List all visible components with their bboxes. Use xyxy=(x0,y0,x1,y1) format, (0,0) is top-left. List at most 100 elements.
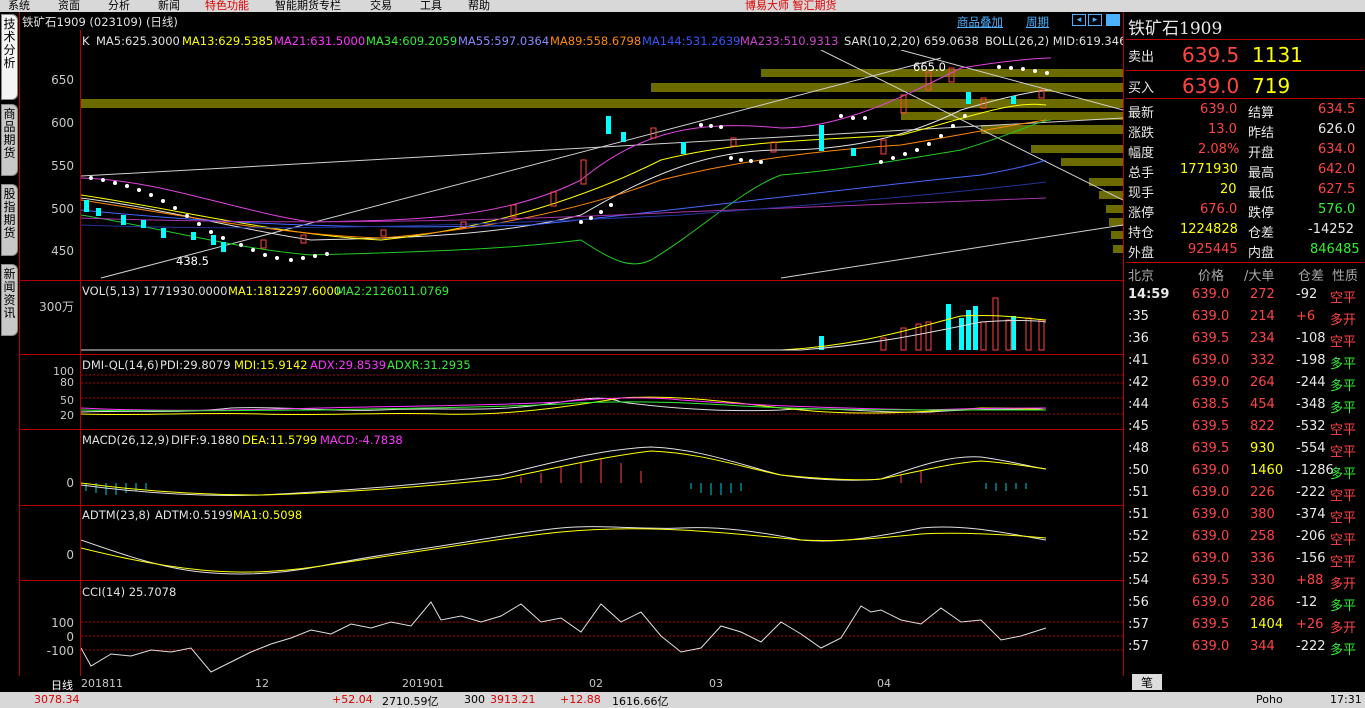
quote-value: -14252 xyxy=(1308,222,1355,237)
quote-label: 昨结 xyxy=(1248,126,1275,141)
menu-item-analysis[interactable]: 分析 xyxy=(108,0,130,12)
left-tab-bar: 技术分析 商品期货 股指期货 新闻资讯 xyxy=(0,12,19,676)
tick-price: 639.5 xyxy=(1192,617,1230,632)
tick-price: 638.5 xyxy=(1192,397,1230,412)
quote-label: 结算 xyxy=(1248,106,1275,121)
tick-type: 空平 xyxy=(1330,335,1357,350)
tab-ticks[interactable]: 笔 xyxy=(1132,674,1162,690)
window-toggle-icon[interactable] xyxy=(1106,14,1120,26)
tick-type: 多开 xyxy=(1330,577,1357,592)
buy-volume: 719 xyxy=(1252,74,1291,98)
ma144-label: MA144:531.2639 xyxy=(642,34,741,48)
chart-header: 铁矿石1909 (023109) (日线) xyxy=(22,15,178,29)
tick-header: 价格 xyxy=(1198,269,1225,284)
index300-amount: 1616.66亿 xyxy=(612,695,669,708)
tick-oi-change: -348 xyxy=(1296,397,1326,412)
quote-value: 20 xyxy=(1220,182,1237,197)
overlay-link[interactable]: 商品叠加 xyxy=(957,14,1003,30)
quote-label: 内盘 xyxy=(1248,246,1275,261)
quote-panel: 铁矿石1909 卖出 639.5 1131 买入 639.0 719 最新 639… xyxy=(1123,12,1365,690)
tick-type: 多平 xyxy=(1330,599,1357,614)
date-tick: 04 xyxy=(877,677,891,690)
index-value: 3078.34 xyxy=(34,693,80,706)
tick-oi-change: -1286 xyxy=(1296,463,1334,478)
tab-index-futures[interactable]: 股指期货 xyxy=(1,184,18,256)
tab-technical-analysis[interactable]: 技术分析 xyxy=(1,14,18,100)
tick-row: :36 639.5 234 -108 空平 xyxy=(1124,329,1365,350)
index-amount: 2710.59亿 xyxy=(382,695,439,708)
tick-row: :48 639.5 930 -554 空平 xyxy=(1124,439,1365,460)
menu-item-features[interactable]: 特色功能 xyxy=(205,0,249,12)
status-bar: 3078.34 +52.04 2710.59亿 300 3913.21 +12.… xyxy=(0,692,1365,708)
tick-price: 639.0 xyxy=(1192,463,1230,478)
pane-divider xyxy=(19,429,1123,430)
tick-time: :52 xyxy=(1128,529,1149,544)
tick-time: :52 xyxy=(1128,551,1149,566)
quote-value: 639.0 xyxy=(1200,102,1238,117)
tick-oi-change: +6 xyxy=(1296,309,1316,324)
window-right-icon[interactable]: ▸ xyxy=(1088,14,1102,26)
tick-oi-change: -206 xyxy=(1296,529,1326,544)
tick-volume: 330 xyxy=(1250,573,1275,588)
tick-type: 空平 xyxy=(1330,533,1357,548)
menu-item-quote[interactable]: 资面 xyxy=(58,0,80,12)
menu-item-system[interactable]: 系统 xyxy=(8,0,30,12)
status-right-label: Poho xyxy=(1256,693,1283,706)
pane-divider xyxy=(19,580,1123,581)
low-price-label: 438.5 xyxy=(176,254,209,268)
quote-value: 13.0 xyxy=(1208,122,1237,137)
tick-volume: 336 xyxy=(1250,551,1275,566)
tick-volume: 1404 xyxy=(1250,617,1284,632)
menu-item-news[interactable]: 新闻 xyxy=(158,0,180,12)
tick-price: 639.0 xyxy=(1192,551,1230,566)
tick-time: :44 xyxy=(1128,397,1149,412)
quote-label: 现手 xyxy=(1128,186,1155,201)
tick-price: 639.5 xyxy=(1192,573,1230,588)
tick-price: 639.0 xyxy=(1192,595,1230,610)
tick-price: 639.5 xyxy=(1192,441,1230,456)
sell-price: 639.5 xyxy=(1182,43,1240,67)
pane-divider xyxy=(19,354,1123,355)
tick-row: :51 639.0 226 -222 空平 xyxy=(1124,483,1365,504)
tick-volume: 286 xyxy=(1250,595,1275,610)
tick-type: 空平 xyxy=(1330,555,1357,570)
tab-news[interactable]: 新闻资讯 xyxy=(1,264,18,336)
tick-price: 639.0 xyxy=(1192,639,1230,654)
tick-row: 14:59 639.0 272 -92 空平 xyxy=(1124,285,1365,306)
index-change: +52.04 xyxy=(332,693,373,706)
tick-price: 639.0 xyxy=(1192,309,1230,324)
quote-label: 涨跌 xyxy=(1128,126,1155,141)
date-axis: 日线 201811 12 201901 02 03 04 xyxy=(19,676,1123,692)
dmi-mdi: MDI:15.9142 xyxy=(234,358,308,372)
tick-type: 空平 xyxy=(1330,489,1357,504)
tick-row: :54 639.5 330 +88 多开 xyxy=(1124,571,1365,592)
tick-row: :56 639.0 286 -12 多平 xyxy=(1124,593,1365,614)
menu-item-help[interactable]: 帮助 xyxy=(468,0,490,12)
window-left-icon[interactable]: ◂ xyxy=(1072,14,1086,26)
menu-item-tools[interactable]: 工具 xyxy=(420,0,442,12)
tick-header: /大单 xyxy=(1244,269,1275,284)
candlestick-chart[interactable] xyxy=(81,50,1123,280)
tick-volume: 264 xyxy=(1250,375,1275,390)
period-link[interactable]: 周期 xyxy=(1026,14,1049,30)
index300-change: +12.88 xyxy=(560,693,601,706)
menu-item-trade[interactable]: 交易 xyxy=(370,0,392,12)
quote-value: 626.0 xyxy=(1318,122,1356,137)
period-label[interactable]: 日线 xyxy=(51,677,73,693)
cci-scale-100: 100 xyxy=(51,616,74,630)
quote-label: 跌停 xyxy=(1248,206,1275,221)
quote-value: 846485 xyxy=(1310,242,1360,257)
index300-value: 3913.21 xyxy=(490,693,536,706)
tick-type: 空平 xyxy=(1330,511,1357,526)
tick-time: :45 xyxy=(1128,419,1149,434)
price-label-650: 650 xyxy=(51,73,74,87)
tick-price: 639.0 xyxy=(1192,485,1230,500)
tick-row: :42 639.0 264 -244 多平 xyxy=(1124,373,1365,394)
tick-price: 639.0 xyxy=(1192,507,1230,522)
quote-value: 676.0 xyxy=(1200,202,1238,217)
tick-oi-change: +88 xyxy=(1296,573,1324,588)
date-tick: 201901 xyxy=(402,677,444,690)
menu-item-smart-futures[interactable]: 智能期货专栏 xyxy=(275,0,341,12)
tab-commodity-futures[interactable]: 商品期货 xyxy=(1,104,18,176)
tick-price: 639.0 xyxy=(1192,375,1230,390)
